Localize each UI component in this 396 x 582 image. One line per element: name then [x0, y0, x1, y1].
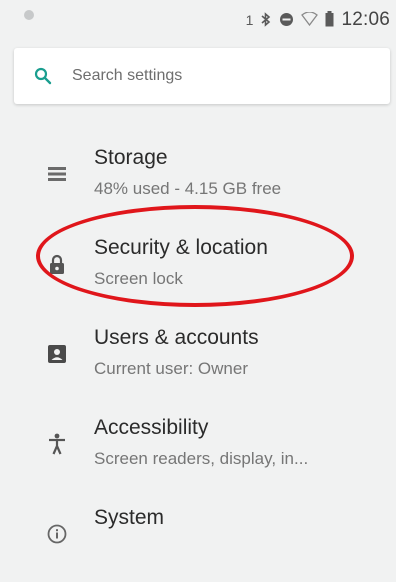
- bluetooth-icon: [260, 11, 272, 29]
- account-box-icon: [45, 342, 69, 366]
- settings-item-system[interactable]: System: [0, 492, 396, 582]
- settings-item-subtitle: 48% used - 4.15 GB free: [94, 179, 282, 198]
- settings-item-subtitle: Screen readers, display, in...: [94, 449, 309, 468]
- notification-dot-icon: [24, 10, 34, 20]
- storage-icon: [45, 162, 69, 186]
- info-icon: [45, 522, 69, 546]
- search-input[interactable]: Search settings: [72, 67, 182, 85]
- settings-list: Storage 48% used - 4.15 GB free Security…: [0, 132, 396, 582]
- settings-item-subtitle: Current user: Owner: [94, 359, 248, 378]
- wifi-icon: [301, 11, 319, 28]
- settings-item-title: Security & location: [94, 236, 268, 259]
- settings-item-security[interactable]: Security & location Screen lock: [0, 222, 396, 312]
- settings-item-subtitle: Screen lock: [94, 269, 183, 288]
- settings-item-accessibility[interactable]: Accessibility Screen readers, display, i…: [0, 402, 396, 492]
- settings-item-title: Accessibility: [94, 416, 209, 439]
- settings-item-storage[interactable]: Storage 48% used - 4.15 GB free: [0, 132, 396, 222]
- settings-item-title: Storage: [94, 146, 168, 169]
- battery-icon: [325, 11, 334, 29]
- settings-item-title: System: [94, 506, 165, 529]
- status-icons: 1 12:06: [246, 8, 390, 32]
- lock-icon: [45, 252, 69, 276]
- status-time: 12:06: [341, 9, 390, 30]
- settings-item-users[interactable]: Users & accounts Current user: Owner: [0, 312, 396, 402]
- search-bar[interactable]: Search settings: [14, 48, 390, 104]
- search-icon: [14, 67, 72, 85]
- dnd-icon: [279, 12, 294, 29]
- accessibility-icon: [45, 432, 69, 456]
- sim-1-icon: 1: [245, 12, 254, 28]
- status-bar: 1 12:06: [0, 0, 396, 44]
- settings-item-title: Users & accounts: [94, 326, 259, 349]
